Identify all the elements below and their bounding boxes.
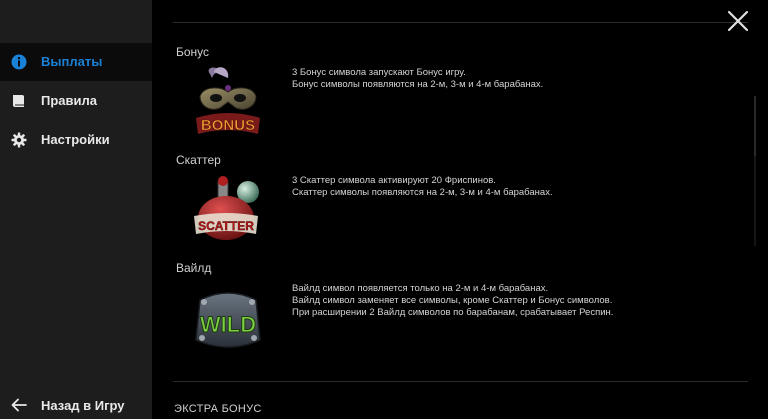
sidebar-item-label: Настройки — [41, 132, 110, 147]
bonus-symbol-label: BONUS — [201, 117, 255, 134]
arrow-left-icon — [11, 398, 27, 412]
close-icon[interactable] — [726, 9, 750, 33]
bonus-symbol-icon: BONUS — [196, 67, 260, 134]
description-line: При расширении 2 Вайлд символов по бараб… — [292, 307, 614, 318]
scatter-symbol-label: SCATTER — [198, 219, 254, 233]
wild-symbol-label: WILD — [200, 312, 256, 337]
section-title-wild: Вайлд — [176, 261, 212, 275]
description-line: 3 Скаттер символа активируют 20 Фриспино… — [292, 175, 496, 186]
back-to-game-button[interactable]: Назад в Игру — [0, 389, 152, 419]
sidebar-item-label: Правила — [41, 93, 97, 108]
sidebar-item-settings[interactable]: Настройки — [0, 121, 152, 159]
top-divider — [173, 22, 748, 23]
wild-symbol-icon: WILD — [195, 292, 261, 348]
description-line: Бонус символы появляются на 2-м, 3-м и 4… — [292, 79, 544, 90]
description-line: Вайлд символ появляется только на 2-м и … — [292, 283, 549, 294]
back-to-game-label: Назад в Игру — [41, 398, 125, 413]
bottom-divider — [173, 381, 748, 382]
section-title-extra-bonus: ЭКСТРА БОНУС — [174, 403, 262, 415]
gear-icon — [11, 132, 27, 148]
description-line: Скаттер символы появляются на 2-м, 3-м и… — [292, 187, 553, 198]
scatter-description: 3 Скаттер символа активируют 20 Фриспино… — [292, 175, 553, 199]
description-line: 3 Бонус символа запускают Бонус игру. — [292, 67, 466, 78]
wild-description: Вайлд символ появляется только на 2-м и … — [292, 283, 613, 319]
description-line: Вайлд символ заменяет все символы, кроме… — [292, 295, 613, 306]
section-title-scatter: Скаттер — [176, 153, 221, 167]
bonus-description: 3 Бонус символа запускают Бонус игру. Бо… — [292, 67, 543, 91]
scatter-symbol-icon: SCATTER — [194, 176, 259, 240]
info-icon — [11, 54, 27, 70]
sidebar-item-payouts[interactable]: Выплаты — [0, 43, 152, 81]
scrollbar-thumb[interactable] — [754, 96, 756, 156]
book-icon — [13, 95, 24, 107]
sidebar: Выплаты Правила Настройки Назад в Игру — [0, 0, 152, 419]
sidebar-item-label: Выплаты — [41, 54, 103, 69]
section-title-bonus: Бонус — [176, 45, 210, 59]
sidebar-item-rules[interactable]: Правила — [0, 82, 152, 120]
